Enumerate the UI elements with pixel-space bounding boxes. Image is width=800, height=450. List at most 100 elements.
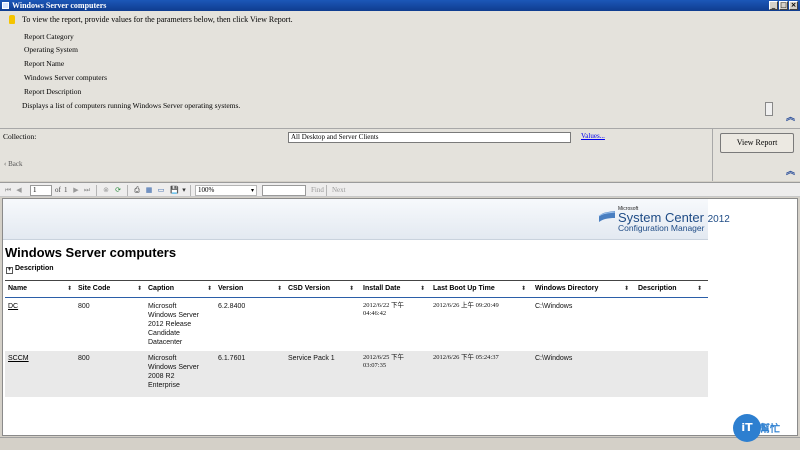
column-header-windows-directory[interactable]: Windows Directory bbox=[535, 285, 598, 292]
caption-line: Microsoft bbox=[148, 303, 177, 310]
instructions-text: To view the report, provide values for t… bbox=[22, 15, 293, 24]
row-name-link[interactable]: DC bbox=[8, 302, 18, 311]
print-icon[interactable]: ⎙ bbox=[133, 186, 141, 194]
find-next-link[interactable]: Next bbox=[332, 186, 346, 194]
install-date-line: 2012/6/25 下午 bbox=[363, 354, 404, 361]
table-row: DC 800 Microsoft Windows Server 2012 Rel… bbox=[5, 299, 708, 351]
sort-icon[interactable]: ⬍ bbox=[277, 285, 282, 292]
column-header-last-boot[interactable]: Last Boot Up Time bbox=[433, 285, 495, 292]
info-icon bbox=[9, 15, 15, 24]
parameter-info-panel: To view the report, provide values for t… bbox=[0, 11, 800, 128]
sort-icon[interactable]: ⬍ bbox=[624, 285, 629, 292]
param-label-report-name: Report Name bbox=[24, 59, 65, 68]
next-page-icon[interactable]: ▶ bbox=[72, 186, 80, 194]
sort-icon[interactable]: ⬍ bbox=[420, 285, 425, 292]
sort-icon[interactable]: ⬍ bbox=[67, 285, 72, 292]
row-caption: Microsoft Windows Server 2012 Release Ca… bbox=[148, 302, 199, 347]
column-header-site-code[interactable]: Site Code bbox=[78, 285, 110, 292]
find-link[interactable]: Find bbox=[311, 186, 324, 194]
export-icon[interactable]: 💾 bbox=[170, 186, 179, 194]
params-scrollbar[interactable] bbox=[765, 102, 773, 116]
window-title-bar: Windows Server computers _ □ × bbox=[0, 0, 800, 11]
report-viewer: Microsoft System Center 2012 Configurati… bbox=[2, 198, 798, 436]
expand-icon: + bbox=[6, 267, 13, 274]
column-header-csd-version[interactable]: CSD Version bbox=[288, 285, 330, 292]
table-top-line bbox=[5, 280, 708, 281]
view-report-panel: View Report ︽ bbox=[712, 129, 800, 181]
row-name-link[interactable]: SCCM bbox=[8, 354, 29, 363]
sort-icon[interactable]: ⬍ bbox=[697, 285, 702, 292]
back-link[interactable]: ‹ Back bbox=[4, 160, 22, 168]
zoom-dropdown-icon: ▾ bbox=[250, 187, 254, 194]
values-link[interactable]: Values... bbox=[581, 132, 605, 140]
row-version: 6.2.8400 bbox=[218, 303, 246, 310]
page-number-input[interactable]: 1 bbox=[30, 185, 52, 196]
product-subtitle: Configuration Manager bbox=[618, 223, 705, 233]
collapse-filter-chevron-icon[interactable]: ︽ bbox=[786, 164, 795, 177]
toolbar-separator bbox=[96, 185, 97, 196]
close-button[interactable]: × bbox=[789, 1, 798, 10]
row-install-date: 2012/6/22 下午 04:46:42 bbox=[363, 302, 404, 317]
sort-icon[interactable]: ⬍ bbox=[521, 285, 526, 292]
sort-icon[interactable]: ⬍ bbox=[137, 285, 142, 292]
previous-page-icon[interactable]: ◀ bbox=[15, 186, 23, 194]
toolbar-separator bbox=[127, 185, 128, 196]
watermark-logo: iT 幫忙 bbox=[733, 412, 797, 444]
description-toggle[interactable]: + Description bbox=[6, 265, 54, 274]
caption-line: Microsoft bbox=[148, 355, 177, 362]
column-header-description[interactable]: Description bbox=[638, 285, 677, 292]
install-date-line: 03:07:35 bbox=[363, 361, 387, 369]
watermark-badge: iT bbox=[733, 414, 761, 442]
column-header-name[interactable]: Name bbox=[8, 285, 27, 292]
window-title: Windows Server computers bbox=[12, 1, 107, 10]
row-last-boot: 2012/6/26 上午 09:20:49 bbox=[433, 302, 499, 309]
caption-line: Candidate bbox=[148, 330, 180, 337]
report-title: Windows Server computers bbox=[5, 245, 177, 260]
column-header-install-date[interactable]: Install Date bbox=[363, 285, 400, 292]
header-bottom-line bbox=[5, 297, 708, 298]
column-header-version[interactable]: Version bbox=[218, 285, 243, 292]
find-input[interactable] bbox=[262, 185, 306, 196]
collection-label: Collection: bbox=[3, 132, 37, 141]
page-setup-icon[interactable]: ▭ bbox=[157, 186, 165, 194]
install-date-line: 04:46:42 bbox=[363, 309, 387, 317]
row-install-date: 2012/6/25 下午 03:07:35 bbox=[363, 354, 404, 369]
report-toolbar: ⏮ ◀ 1 of 1 ▶ ⏭ ⊗ ⟳ ⎙ ▦ ▭ 💾 ▾ 100% ▾ Find… bbox=[0, 182, 800, 197]
row-site-code: 800 bbox=[78, 303, 90, 310]
collapse-params-chevron-icon[interactable]: ︽ bbox=[786, 110, 795, 123]
table-row: SCCM 800 Microsoft Windows Server 2008 R… bbox=[5, 351, 708, 397]
collection-input[interactable]: All Desktop and Server Clients bbox=[288, 132, 571, 143]
param-value-report-name: Windows Server computers bbox=[24, 73, 108, 82]
windows-flag-icon bbox=[598, 211, 616, 222]
sort-icon[interactable]: ⬍ bbox=[207, 285, 212, 292]
column-header-caption[interactable]: Caption bbox=[148, 285, 174, 292]
window-controls: _ □ × bbox=[769, 1, 798, 10]
caption-line: Enterprise bbox=[148, 382, 180, 389]
sort-icon[interactable]: ⬍ bbox=[349, 285, 354, 292]
row-windows-directory: C:\Windows bbox=[535, 303, 573, 310]
view-report-button[interactable]: View Report bbox=[720, 133, 794, 153]
description-toggle-label: Description bbox=[15, 265, 54, 272]
stop-icon[interactable]: ⊗ bbox=[102, 186, 110, 194]
toolbar-separator bbox=[190, 185, 191, 196]
zoom-select[interactable]: 100% ▾ bbox=[195, 185, 257, 196]
last-page-icon[interactable]: ⏭ bbox=[83, 186, 91, 194]
caption-line: 2008 R2 bbox=[148, 373, 175, 380]
page-total-label: 1 bbox=[64, 186, 68, 194]
report-banner: Microsoft System Center 2012 Configurati… bbox=[3, 199, 730, 240]
status-bar bbox=[0, 437, 800, 450]
app-icon bbox=[2, 2, 9, 9]
row-last-boot: 2012/6/26 下午 05:24:37 bbox=[433, 354, 499, 361]
toolbar-separator bbox=[326, 185, 327, 196]
zoom-value: 100% bbox=[198, 186, 215, 194]
caption-line: Datacenter bbox=[148, 339, 183, 346]
caption-line: 2012 Release bbox=[148, 321, 192, 328]
minimize-button[interactable]: _ bbox=[769, 1, 778, 10]
print-layout-icon[interactable]: ▦ bbox=[145, 186, 153, 194]
filter-panel: Collection: All Desktop and Server Clien… bbox=[0, 129, 712, 181]
export-dropdown-icon[interactable]: ▾ bbox=[180, 186, 188, 194]
refresh-icon[interactable]: ⟳ bbox=[114, 186, 122, 194]
first-page-icon[interactable]: ⏮ bbox=[4, 186, 12, 194]
product-year: 2012 bbox=[707, 214, 730, 225]
maximize-button[interactable]: □ bbox=[779, 1, 788, 10]
